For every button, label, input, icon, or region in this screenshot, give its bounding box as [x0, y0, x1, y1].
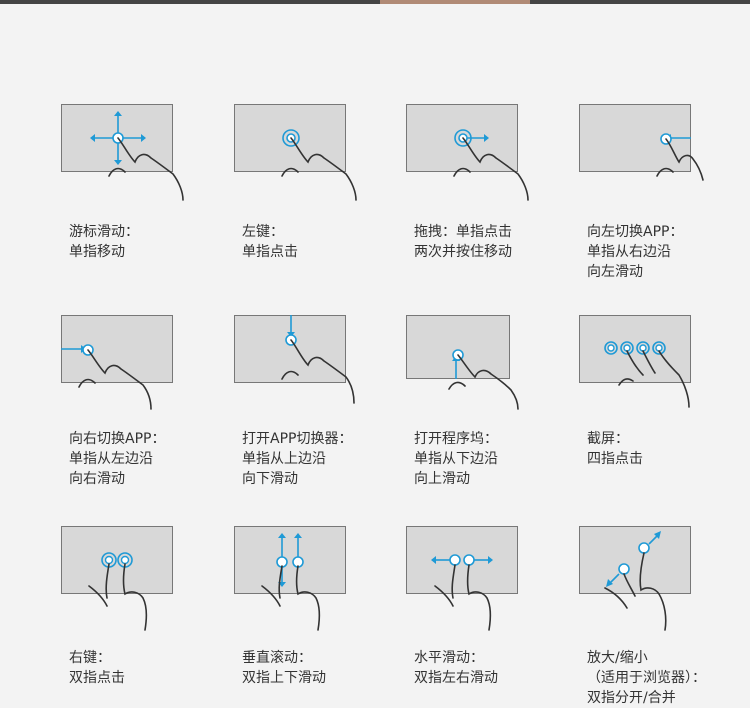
- gesture-caption: 水平滑动： 双指左右滑动: [414, 650, 498, 686]
- gesture-caption: 向左切换APP： 单指从右边沿 向左滑动: [587, 224, 684, 280]
- gesture-caption: 左键： 单指点击: [242, 224, 298, 260]
- one-finger-move-icon: [90, 111, 184, 201]
- gesture-vertical-scroll: 垂直滚动： 双指上下滑动: [234, 526, 394, 706]
- gesture-caption: 向右切换APP： 单指从左边沿 向右滑动: [69, 431, 166, 487]
- gesture-horizontal-swipe: 水平滑动： 双指左右滑动: [406, 526, 566, 706]
- swipe-left-from-edge-icon: [656, 133, 704, 181]
- gesture-open-app-switcher: 打开APP切换器： 单指从上边沿 向下滑动: [234, 315, 394, 495]
- swipe-down-from-edge-icon: [281, 315, 355, 404]
- gesture-switch-app-right: 向右切换APP： 单指从左边沿 向右滑动: [61, 315, 221, 495]
- gesture-switch-app-left: 向左切换APP： 单指从右边沿 向左滑动: [579, 104, 739, 284]
- gesture-caption: 拖拽：单指点击 两次并按住移动: [414, 224, 512, 260]
- gesture-caption: 垂直滚动： 双指上下滑动: [242, 650, 326, 686]
- four-finger-tap-icon: [604, 341, 690, 408]
- gesture-screenshot: 截屏： 四指点击: [579, 315, 739, 495]
- gesture-caption: 打开APP切换器： 单指从上边沿 向下滑动: [242, 431, 353, 487]
- pinch-zoom-icon: [604, 531, 667, 631]
- gesture-caption: 右键： 双指点击: [69, 650, 125, 686]
- gesture-drag: 拖拽：单指点击 两次并按住移动: [406, 104, 566, 284]
- swipe-up-from-edge-icon: [448, 349, 519, 410]
- one-finger-tap-icon: [281, 129, 357, 201]
- swipe-right-from-edge-icon: [61, 344, 152, 410]
- two-finger-horizontal-icon: [431, 554, 493, 631]
- gesture-zoom: 放大/缩小 （适用于浏览器）： 双指分开/合并: [579, 526, 739, 706]
- gesture-caption: 放大/缩小 （适用于浏览器）： 双指分开/合并: [587, 650, 706, 706]
- gesture-open-dock: 打开程序坞： 单指从下边沿 向上滑动: [406, 315, 566, 495]
- top-decoration-bar: [0, 0, 750, 4]
- gesture-right-click: 右键： 双指点击: [61, 526, 221, 706]
- gesture-caption: 游标滑动： 单指移动: [69, 224, 139, 260]
- two-finger-tap-icon: [88, 552, 148, 631]
- gesture-caption: 打开程序坞： 单指从下边沿 向上滑动: [414, 431, 498, 487]
- gesture-left-click: 左键： 单指点击: [234, 104, 394, 284]
- two-finger-scroll-icon: [261, 533, 321, 631]
- gesture-caption: 截屏： 四指点击: [587, 431, 643, 467]
- gesture-cursor-move: 游标滑动： 单指移动: [61, 104, 221, 284]
- one-finger-drag-icon: [453, 129, 529, 201]
